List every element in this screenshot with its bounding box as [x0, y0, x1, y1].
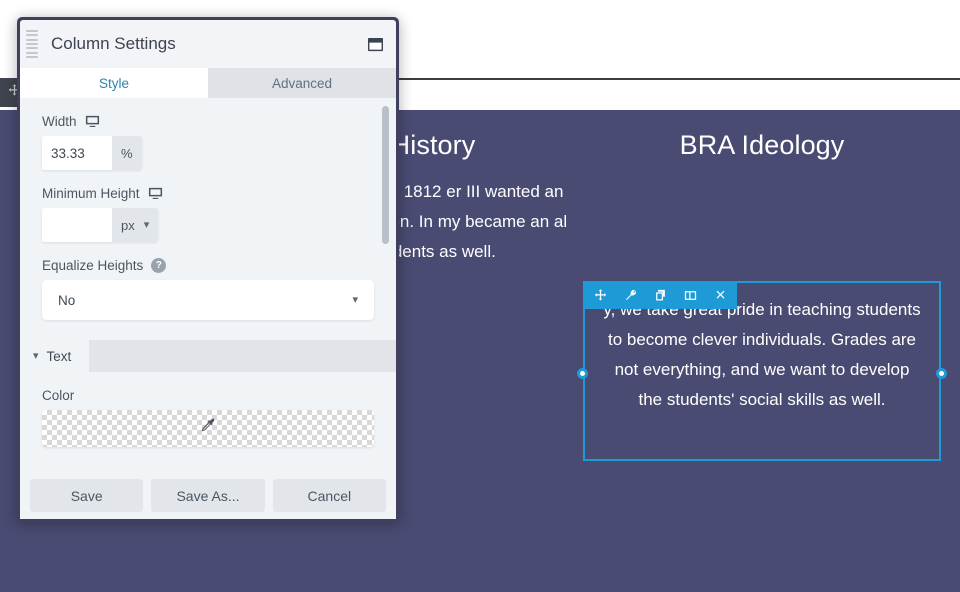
- section-tab-label: Text: [46, 348, 72, 364]
- dialog-title: Column Settings: [51, 34, 176, 53]
- section-bar-text: ▾ Text: [20, 340, 396, 372]
- field-equalize-heights: Equalize Heights ? No ▾: [20, 242, 396, 320]
- chevron-down-icon: ▾: [33, 349, 39, 362]
- field-text-color-label-row: Color: [42, 372, 374, 410]
- field-width-label-row: Width: [42, 98, 374, 136]
- equalize-heights-value: No: [58, 292, 76, 308]
- field-width: Width %: [20, 98, 396, 170]
- field-text-color: Color: [20, 372, 396, 447]
- columns-icon[interactable]: [682, 287, 698, 303]
- resize-handle-left[interactable]: [577, 368, 588, 379]
- unit-value: px: [121, 217, 135, 233]
- monitor-icon[interactable]: [85, 114, 100, 129]
- width-input-group[interactable]: %: [42, 136, 142, 170]
- minimum-height-input[interactable]: [42, 208, 112, 242]
- window-minimize-icon[interactable]: [366, 36, 384, 52]
- width-input[interactable]: [42, 136, 112, 170]
- field-label-text: Color: [42, 388, 75, 403]
- section-tab-text[interactable]: ▾ Text: [20, 340, 90, 372]
- field-equalize-heights-label-row: Equalize Heights ?: [42, 242, 374, 280]
- field-minimum-height-label-row: Minimum Height: [42, 170, 374, 208]
- module-toolbar: [583, 281, 737, 309]
- dialog-body: Width % Minimum Height: [20, 98, 396, 475]
- save-as-button[interactable]: Save As...: [151, 479, 265, 512]
- screen: History goes back to 1812 er III wanted …: [0, 0, 960, 592]
- drag-grip-icon[interactable]: [26, 29, 38, 59]
- column-settings-dialog: Column Settings Style Advanced Width 33.…: [17, 17, 399, 522]
- dialog-footer: Save Save As... Cancel: [20, 475, 396, 519]
- width-unit-label: %: [112, 136, 142, 170]
- tab-advanced[interactable]: Advanced: [208, 68, 396, 98]
- minimum-height-unit-select[interactable]: px ▾: [112, 208, 159, 242]
- duplicate-icon[interactable]: [652, 287, 668, 303]
- dialog-header[interactable]: Column Settings: [20, 20, 396, 68]
- field-label-text: Equalize Heights: [42, 258, 144, 273]
- dialog-tabs: Style Advanced: [20, 68, 396, 98]
- column-heading: BRA Ideology: [679, 130, 845, 160]
- chevron-down-icon: ▾: [143, 218, 150, 231]
- field-label-text: Minimum Height: [42, 186, 140, 201]
- tab-style[interactable]: Style: [20, 68, 208, 98]
- eyedropper-icon[interactable]: [198, 416, 218, 441]
- selected-text-module[interactable]: y, we take great pride in teaching stude…: [577, 281, 947, 461]
- equalize-heights-select[interactable]: No ▾: [42, 280, 374, 320]
- field-label-text: Width: [42, 114, 77, 129]
- field-minimum-height: Minimum Height px ▾: [20, 170, 396, 242]
- minimum-height-input-group[interactable]: px ▾: [42, 208, 159, 242]
- wrench-icon[interactable]: [622, 287, 638, 303]
- text-color-swatch[interactable]: [42, 410, 374, 447]
- dialog-scrollbar-thumb[interactable]: [382, 106, 389, 244]
- dialog-scrollbar-track[interactable]: [382, 98, 393, 475]
- move-arrows-icon[interactable]: [592, 287, 608, 303]
- monitor-icon[interactable]: [148, 186, 163, 201]
- cancel-button[interactable]: Cancel: [272, 479, 386, 512]
- resize-handle-right[interactable]: [936, 368, 947, 379]
- close-icon[interactable]: [712, 287, 728, 303]
- save-button[interactable]: Save: [30, 479, 144, 512]
- help-question-icon[interactable]: ?: [151, 258, 167, 273]
- chevron-down-icon: ▾: [352, 293, 358, 306]
